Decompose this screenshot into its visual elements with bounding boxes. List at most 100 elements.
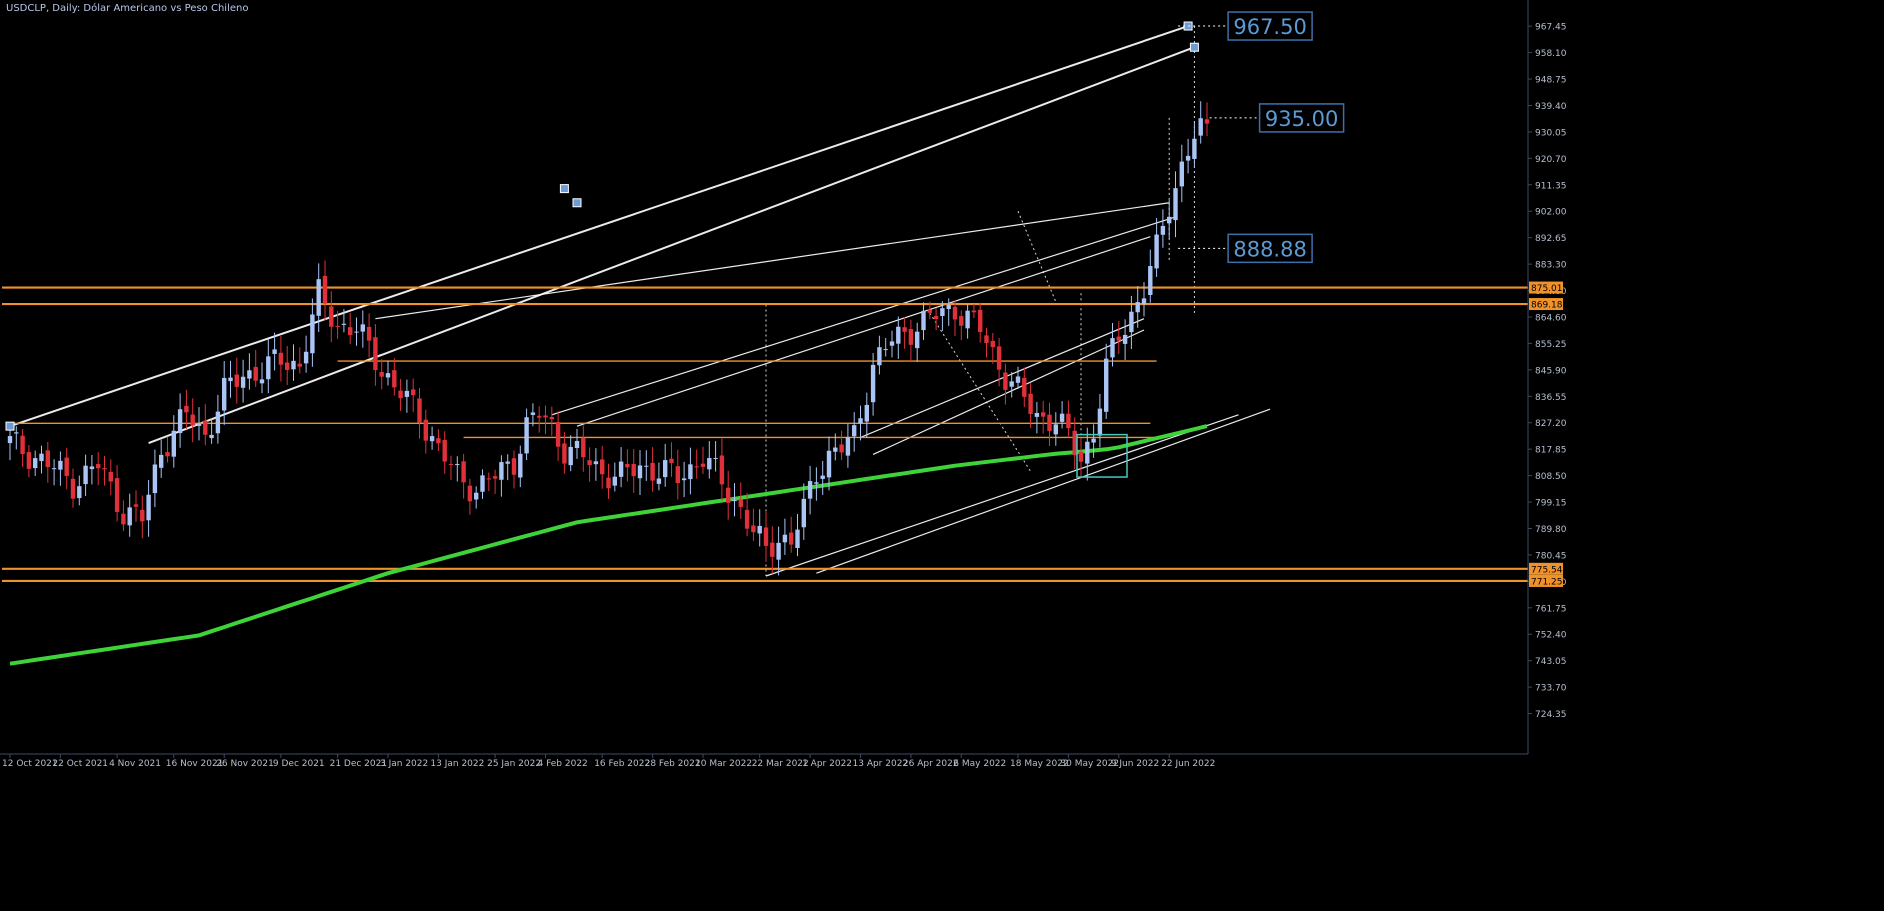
candle-body[interactable] xyxy=(329,306,334,327)
candle-body[interactable] xyxy=(770,542,775,557)
candle-body[interactable] xyxy=(83,465,88,485)
candle-body[interactable] xyxy=(826,450,832,478)
candle-body[interactable] xyxy=(795,529,800,548)
candle-body[interactable] xyxy=(448,463,454,465)
candle-body[interactable] xyxy=(253,366,258,381)
candle-body[interactable] xyxy=(1047,414,1052,432)
candle-body[interactable] xyxy=(814,482,819,484)
candle-body[interactable] xyxy=(291,360,296,370)
candle-body[interactable] xyxy=(593,461,599,465)
candle-body[interactable] xyxy=(839,444,844,453)
candle-body[interactable] xyxy=(568,446,573,466)
candle-body[interactable] xyxy=(467,485,473,502)
candle-body[interactable] xyxy=(398,390,403,399)
candle-body[interactable] xyxy=(1110,338,1115,358)
candle-body[interactable] xyxy=(177,409,183,434)
candle-body[interactable] xyxy=(782,534,788,543)
candle-body[interactable] xyxy=(423,419,428,441)
candle-body[interactable] xyxy=(196,423,202,426)
candle-body[interactable] xyxy=(1041,412,1046,417)
candle-body[interactable] xyxy=(234,374,239,387)
candle-body[interactable] xyxy=(7,436,13,444)
chart-frame[interactable]: 967.50 935.00 888.88 967.45 958.10 948.75 939… xyxy=(0,0,1884,911)
candle-body[interactable] xyxy=(933,315,939,320)
candle-body[interactable] xyxy=(77,486,82,499)
candle-body[interactable] xyxy=(102,468,107,470)
candle-body[interactable] xyxy=(1135,302,1140,313)
candle-body[interactable] xyxy=(303,351,309,364)
handle-icon[interactable] xyxy=(559,184,569,194)
candle-body[interactable] xyxy=(64,457,69,476)
candle-body[interactable] xyxy=(436,438,441,444)
candle-body[interactable] xyxy=(732,500,737,502)
candle-body[interactable] xyxy=(190,414,195,426)
candle-body[interactable] xyxy=(644,465,649,467)
candle-body[interactable] xyxy=(70,478,76,499)
candle-body[interactable] xyxy=(1066,413,1071,429)
candle-body[interactable] xyxy=(492,476,498,479)
candle-body[interactable] xyxy=(171,430,176,457)
candle-body[interactable] xyxy=(96,464,101,469)
candle-body[interactable] xyxy=(744,509,750,529)
candle-body[interactable] xyxy=(543,415,548,418)
candle-body[interactable] xyxy=(518,453,523,478)
candle-body[interactable] xyxy=(707,458,712,470)
candle-body[interactable] xyxy=(681,478,687,481)
candle-body[interactable] xyxy=(89,466,95,470)
candle-body[interactable] xyxy=(801,498,806,528)
candle-body[interactable] xyxy=(530,412,536,415)
candle-body[interactable] xyxy=(921,310,926,331)
candle-body[interactable] xyxy=(719,455,725,485)
candle-body[interactable] xyxy=(404,390,410,397)
candle-body[interactable] xyxy=(1028,393,1033,414)
candle-body[interactable] xyxy=(757,525,762,534)
candle-body[interactable] xyxy=(1009,381,1014,387)
candle-body[interactable] xyxy=(1154,234,1159,269)
candle-body[interactable] xyxy=(266,356,271,380)
candle-body[interactable] xyxy=(996,346,1002,370)
candle-body[interactable] xyxy=(348,327,353,336)
candle-body[interactable] xyxy=(1072,430,1077,456)
candle-body[interactable] xyxy=(499,462,504,480)
candle-body[interactable] xyxy=(971,310,977,313)
candle-body[interactable] xyxy=(852,425,857,437)
candle-body[interactable] xyxy=(877,347,882,366)
candle-body[interactable] xyxy=(480,475,485,492)
candle-body[interactable] xyxy=(990,340,995,348)
candle-body[interactable] xyxy=(259,379,265,384)
candle-body[interactable] xyxy=(574,440,580,449)
candle-body[interactable] xyxy=(694,466,699,468)
candle-body[interactable] xyxy=(228,377,233,382)
candle-body[interactable] xyxy=(625,464,630,468)
candle-body[interactable] xyxy=(537,415,542,418)
candle-body[interactable] xyxy=(858,418,863,424)
candle-body[interactable] xyxy=(833,447,838,452)
candle-body[interactable] xyxy=(159,454,164,468)
candle-body[interactable] xyxy=(505,461,510,464)
candle-body[interactable] xyxy=(807,481,813,499)
candle-body[interactable] xyxy=(366,326,372,341)
candle-body[interactable] xyxy=(240,376,246,388)
candle-body[interactable] xyxy=(1104,358,1109,412)
candle-body[interactable] xyxy=(965,310,970,329)
candle-body[interactable] xyxy=(562,443,567,464)
candle-body[interactable] xyxy=(789,532,794,545)
candle-body[interactable] xyxy=(278,352,284,365)
candle-body[interactable] xyxy=(549,417,554,420)
candle-body[interactable] xyxy=(429,436,435,442)
candle-body[interactable] xyxy=(612,476,617,486)
candle-body[interactable] xyxy=(606,477,611,489)
candle-body[interactable] xyxy=(587,460,592,466)
candle-body[interactable] xyxy=(581,437,586,458)
candle-body[interactable] xyxy=(39,453,44,462)
candle-body[interactable] xyxy=(902,327,907,332)
candle-body[interactable] xyxy=(1003,372,1008,390)
handle-icon[interactable] xyxy=(5,421,15,431)
candle-body[interactable] xyxy=(165,452,170,457)
candle-body[interactable] xyxy=(285,362,290,370)
candle-body[interactable] xyxy=(908,329,914,345)
candle-body[interactable] xyxy=(45,450,50,468)
candle-body[interactable] xyxy=(1173,188,1178,221)
candle-body[interactable] xyxy=(247,370,252,379)
candle-body[interactable] xyxy=(763,527,769,546)
